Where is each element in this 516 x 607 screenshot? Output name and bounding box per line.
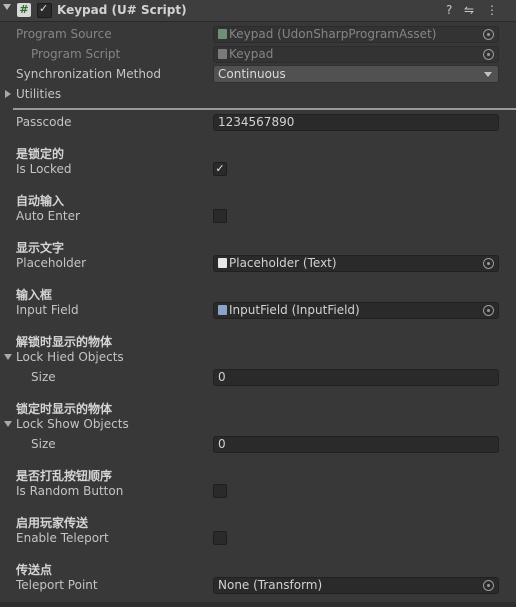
lock-hide-objects-header: 解锁时显示的物体	[16, 335, 113, 349]
input-field-component-icon	[218, 305, 227, 315]
input-field-reference[interactable]: InputField (InputField)	[213, 302, 499, 319]
enable-teleport-header: 启用玩家传送	[16, 516, 89, 530]
teleport-point-header: 传送点	[16, 563, 53, 577]
lock-hide-size-input[interactable]: 0	[213, 369, 499, 386]
context-menu-icon[interactable]: ⋮	[486, 3, 498, 17]
chevron-down-icon	[484, 72, 492, 77]
random-button-header: 是否打乱按钮顺序	[16, 469, 113, 483]
foldout-arrow-icon[interactable]	[3, 4, 11, 10]
object-picker-icon[interactable]	[483, 49, 494, 60]
program-script-label: Program Script	[31, 47, 121, 61]
passcode-input[interactable]: 1234567890	[213, 114, 499, 131]
help-icon[interactable]: ?	[446, 3, 452, 17]
presets-icon[interactable]: ⇋	[464, 3, 474, 17]
sync-method-dropdown[interactable]: Continuous	[213, 65, 499, 83]
sync-method-label: Synchronization Method	[16, 67, 161, 81]
text-component-icon	[218, 258, 227, 268]
inspector-bottom-edge	[0, 602, 516, 607]
program-script-field[interactable]: Keypad	[213, 46, 499, 63]
lock-show-objects-foldout-icon[interactable]	[4, 421, 12, 427]
random-button-checkbox[interactable]	[213, 484, 227, 498]
lock-hide-size-label: Size	[31, 370, 56, 384]
enable-teleport-label: Enable Teleport	[16, 531, 109, 545]
lock-show-size-label: Size	[31, 437, 56, 451]
program-source-label: Program Source	[16, 27, 112, 41]
placeholder-field[interactable]: Placeholder (Text)	[213, 255, 499, 272]
divider	[13, 108, 516, 110]
placeholder-header: 显示文字	[16, 241, 65, 255]
object-picker-icon[interactable]	[483, 580, 494, 591]
component-title: Keypad (U# Script)	[57, 3, 187, 17]
object-picker-icon[interactable]	[483, 258, 494, 269]
placeholder-label: Placeholder	[16, 256, 87, 270]
utilities-foldout-icon[interactable]	[5, 90, 11, 98]
auto-enter-header: 自动输入	[16, 194, 65, 208]
script-file-icon	[218, 49, 227, 59]
component-enabled-checkbox[interactable]: ✓	[37, 2, 52, 18]
asset-icon	[218, 29, 227, 39]
lock-show-size-input[interactable]: 0	[213, 436, 499, 453]
is-locked-label: Is Locked	[16, 162, 72, 176]
auto-enter-checkbox[interactable]	[213, 209, 227, 223]
lock-show-objects-foldout[interactable]: Lock Show Objects	[16, 417, 129, 431]
teleport-point-field[interactable]: None (Transform)	[213, 577, 499, 594]
checkmark-icon: ✓	[39, 2, 49, 15]
input-field-label: Input Field	[16, 303, 79, 317]
input-field-header: 输入框	[16, 288, 53, 302]
program-source-field[interactable]: Keypad (UdonSharpProgramAsset)	[213, 26, 499, 43]
lock-hide-objects-foldout-icon[interactable]	[4, 354, 12, 360]
is-locked-header: 是锁定的	[16, 147, 65, 161]
random-button-label: Is Random Button	[16, 484, 124, 498]
object-picker-icon[interactable]	[483, 29, 494, 40]
is-locked-checkbox[interactable]: ✓	[213, 162, 227, 176]
teleport-point-label: Teleport Point	[16, 578, 98, 592]
script-icon: #	[17, 3, 31, 17]
enable-teleport-checkbox[interactable]	[213, 531, 227, 545]
passcode-label: Passcode	[16, 115, 72, 129]
lock-show-objects-header: 锁定时显示的物体	[16, 402, 113, 416]
object-picker-icon[interactable]	[483, 305, 494, 316]
utilities-foldout[interactable]: Utilities	[16, 87, 61, 101]
lock-hide-objects-foldout[interactable]: Lock Hied Objects	[16, 350, 124, 364]
auto-enter-label: Auto Enter	[16, 209, 80, 223]
